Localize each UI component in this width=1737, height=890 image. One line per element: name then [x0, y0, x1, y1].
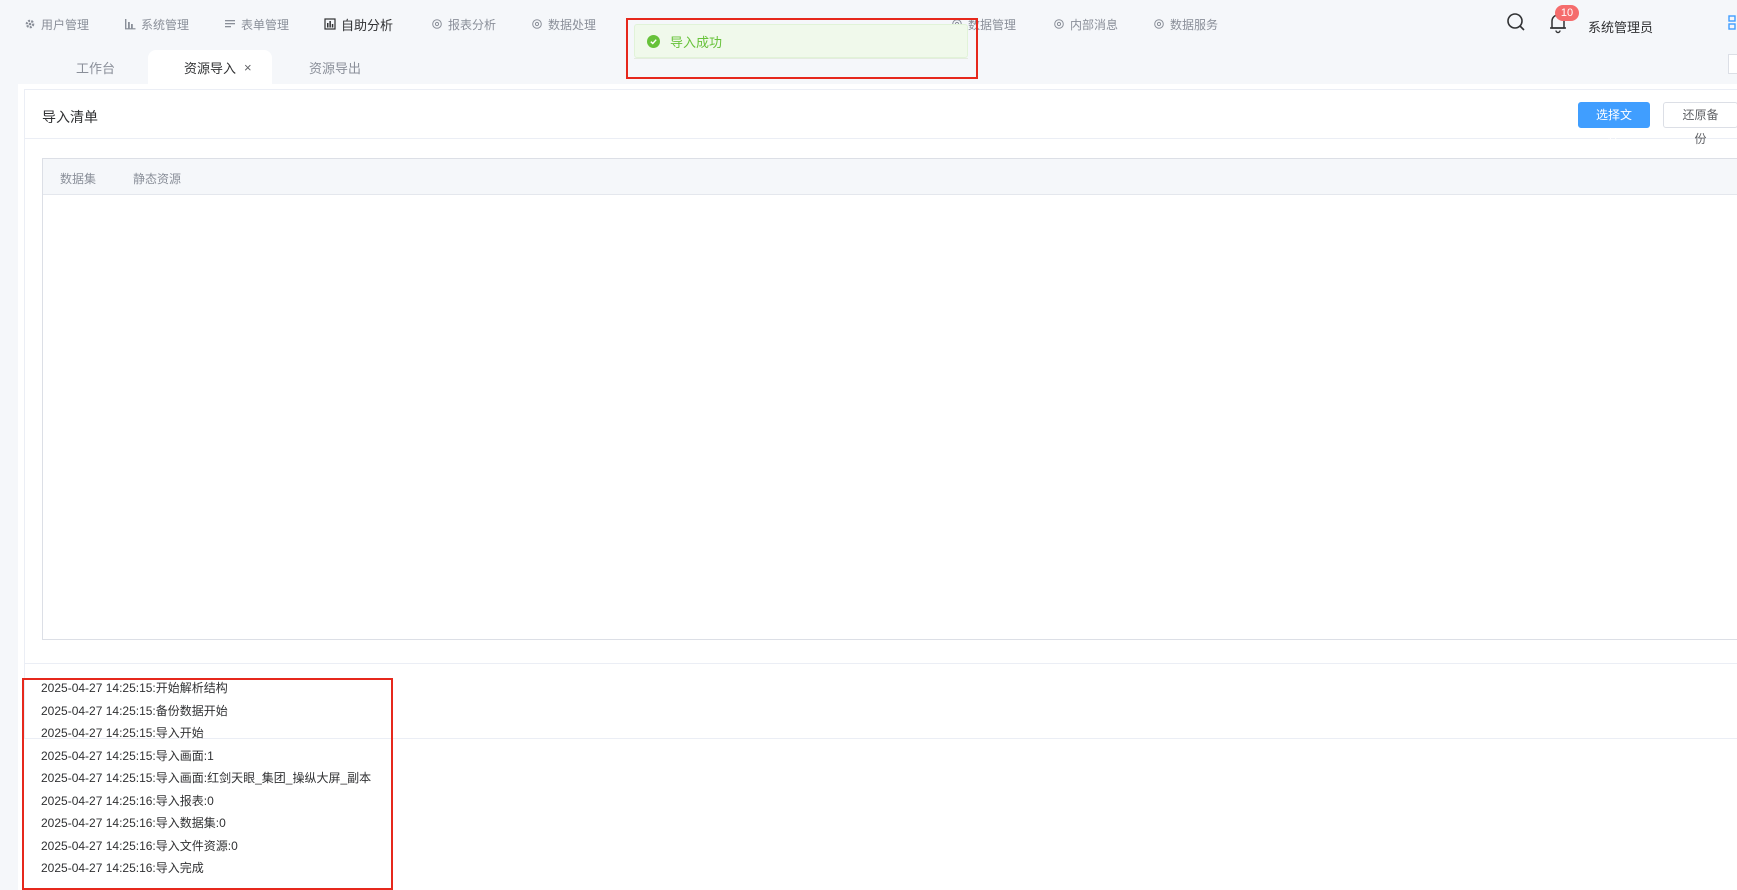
apps-grid-icon[interactable] [1728, 15, 1737, 31]
import-table: 数据集 静态资源 [42, 158, 1737, 640]
nav-item-label: 用户管理 [41, 17, 90, 32]
card-header: 导入清单 选择文件 还原备份 [25, 90, 1737, 146]
nav-item-label: 报表分析 [448, 17, 497, 32]
tab-workbench[interactable]: 工作台 [64, 50, 127, 84]
log-line: 2025-04-27 14:25:16:导入完成 [41, 861, 204, 875]
card-title: 导入清单 [42, 109, 98, 125]
tab-label: 资源导出 [309, 60, 362, 76]
log-line: 2025-04-27 14:25:15:导入开始 [41, 726, 204, 740]
gear-outline-icon [431, 18, 443, 30]
log-line: 2025-04-27 14:25:15:导入画面:1 [41, 748, 214, 763]
notification-badge: 10 [1555, 5, 1579, 21]
nav-item-label: 数据处理 [548, 17, 597, 32]
log-line: 2025-04-27 14:25:15:导入画面:红剑天眼_集团_操纵大屏_副本 [41, 771, 372, 785]
table-column-dataset[interactable]: 数据集 [60, 170, 96, 187]
toast-message: 导入成功 [670, 34, 723, 50]
gear-outline-icon [1153, 18, 1165, 30]
log-line: 2025-04-27 14:25:15:开始解析结构 [41, 681, 228, 695]
nav-item-report-analysis[interactable]: 报表分析 [431, 15, 496, 33]
nav-item-label: 表单管理 [241, 17, 290, 32]
select-file-button[interactable]: 选择文件 [1578, 102, 1650, 146]
gear-icon [24, 18, 36, 30]
nav-item-label: 数据管理 [968, 17, 1017, 32]
nav-item-data-processing[interactable]: 数据处理 [531, 15, 596, 33]
import-list-card: 导入清单 选择文件 还原备份 数据集 静态资源 [24, 89, 1737, 739]
import-log: 2025-04-27 14:25:15:开始解析结构 2025-04-27 14… [23, 677, 393, 880]
tab-resource-export[interactable]: 资源导出 [297, 50, 373, 84]
log-line: 2025-04-27 14:25:16:导入数据集:0 [41, 816, 226, 830]
gear-outline-icon [1053, 18, 1065, 30]
bar-chart-icon [124, 18, 136, 30]
tab-overflow-control[interactable] [1728, 54, 1737, 74]
nav-item-system-management[interactable]: 系统管理 [124, 15, 189, 33]
nav-item-label: 自助分析 [341, 17, 394, 33]
search-icon[interactable] [1506, 12, 1526, 32]
table-header: 数据集 静态资源 [43, 159, 1737, 195]
toast-divider [634, 58, 968, 59]
success-toast: 导入成功 [634, 24, 968, 58]
tab-label: 工作台 [76, 60, 116, 76]
user-name[interactable]: 系统管理员 [1588, 17, 1653, 36]
nav-item-label: 内部消息 [1070, 17, 1119, 32]
form-icon [224, 18, 236, 30]
log-line: 2025-04-27 14:25:16:导入报表:0 [41, 793, 214, 808]
chart-icon [324, 18, 336, 30]
nav-item-label: 系统管理 [141, 17, 190, 32]
nav-item-internal-messages[interactable]: 内部消息 [1053, 15, 1118, 33]
divider [24, 663, 1737, 664]
log-line: 2025-04-27 14:25:16:导入文件资源:0 [41, 838, 238, 853]
check-circle-icon [647, 34, 660, 48]
gear-outline-icon [531, 18, 543, 30]
table-column-static-resources[interactable]: 静态资源 [133, 170, 181, 187]
close-icon[interactable]: × [244, 60, 252, 75]
tab-label: 资源导入 [184, 60, 237, 76]
nav-item-label: 数据服务 [1170, 17, 1219, 32]
tab-resource-import[interactable]: 资源导入 × [148, 50, 272, 84]
nav-item-user-management[interactable]: 用户管理 [24, 15, 89, 33]
restore-backup-button[interactable]: 还原备份 [1663, 102, 1737, 146]
log-line: 2025-04-27 14:25:15:备份数据开始 [41, 703, 228, 718]
nav-item-form-management[interactable]: 表单管理 [224, 15, 289, 33]
nav-item-self-service-analysis[interactable]: 自助分析 [324, 15, 393, 33]
nav-item-data-service[interactable]: 数据服务 [1153, 15, 1218, 33]
